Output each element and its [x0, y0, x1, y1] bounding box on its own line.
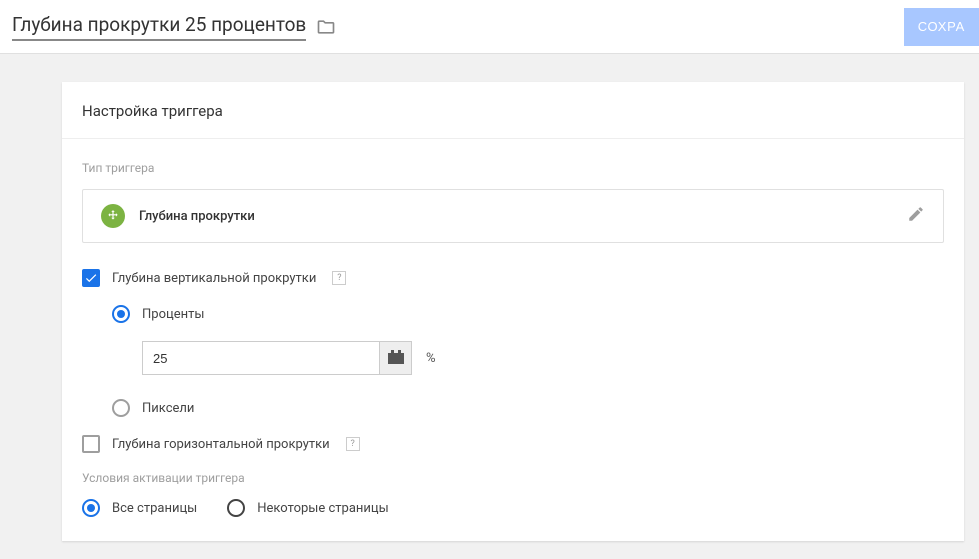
header-left: Глубина прокрутки 25 процентов — [12, 13, 336, 41]
vertical-scroll-checkbox-row: Глубина вертикальной прокрутки ? — [82, 269, 944, 287]
brick-icon — [388, 353, 404, 364]
content-area: Настройка триггера Тип триггера Глубина … — [0, 54, 979, 541]
percent-input-row: % — [142, 341, 944, 375]
trigger-card: Настройка триггера Тип триггера Глубина … — [62, 82, 964, 541]
percent-input[interactable] — [142, 341, 380, 375]
card-body: Тип триггера Глубина прокрутки — [62, 139, 964, 541]
horizontal-scroll-checkbox-row: Глубина горизонтальной прокрутки ? — [82, 435, 944, 453]
card-title: Настройка триггера — [82, 102, 944, 120]
help-icon[interactable]: ? — [346, 437, 360, 451]
activation-section-label: Условия активации триггера — [82, 471, 944, 485]
vertical-scroll-checkbox[interactable] — [82, 269, 100, 287]
vertical-scroll-label: Глубина вертикальной прокрутки — [112, 271, 316, 286]
folder-icon[interactable] — [316, 17, 336, 37]
pixels-radio[interactable] — [112, 399, 130, 417]
some-pages-label: Некоторые страницы — [257, 501, 388, 516]
card-header: Настройка триггера — [62, 82, 964, 139]
all-pages-radio[interactable] — [82, 499, 100, 517]
all-pages-label: Все страницы — [112, 501, 197, 516]
all-pages-radio-row: Все страницы — [82, 499, 197, 517]
page-title[interactable]: Глубина прокрутки 25 процентов — [12, 13, 306, 41]
header-bar: Глубина прокрутки 25 процентов СОХРА — [0, 0, 979, 54]
horizontal-scroll-checkbox[interactable] — [82, 435, 100, 453]
percent-sign: % — [426, 351, 436, 366]
trigger-type-value: Глубина прокрутки — [139, 209, 255, 224]
pixels-radio-row: Пиксели — [112, 399, 944, 417]
percent-radio-row: Проценты — [112, 305, 944, 323]
percent-radio[interactable] — [112, 305, 130, 323]
percent-radio-label: Проценты — [142, 307, 204, 322]
help-icon[interactable]: ? — [332, 271, 346, 285]
horizontal-scroll-label: Глубина горизонтальной прокрутки — [112, 437, 330, 452]
activation-radio-group: Все страницы Некоторые страницы — [82, 499, 944, 517]
variable-picker-button[interactable] — [380, 341, 412, 375]
trigger-type-selector[interactable]: Глубина прокрутки — [82, 189, 944, 243]
edit-icon[interactable] — [907, 205, 925, 227]
pixels-radio-label: Пиксели — [142, 401, 194, 416]
trigger-type-left: Глубина прокрутки — [101, 204, 255, 228]
vertical-scroll-radio-group: Проценты % Пиксели — [112, 305, 944, 417]
save-button[interactable]: СОХРА — [904, 8, 979, 46]
scroll-depth-icon — [101, 204, 125, 228]
some-pages-radio[interactable] — [227, 499, 245, 517]
trigger-type-section-label: Тип триггера — [82, 161, 944, 175]
some-pages-radio-row: Некоторые страницы — [227, 499, 388, 517]
